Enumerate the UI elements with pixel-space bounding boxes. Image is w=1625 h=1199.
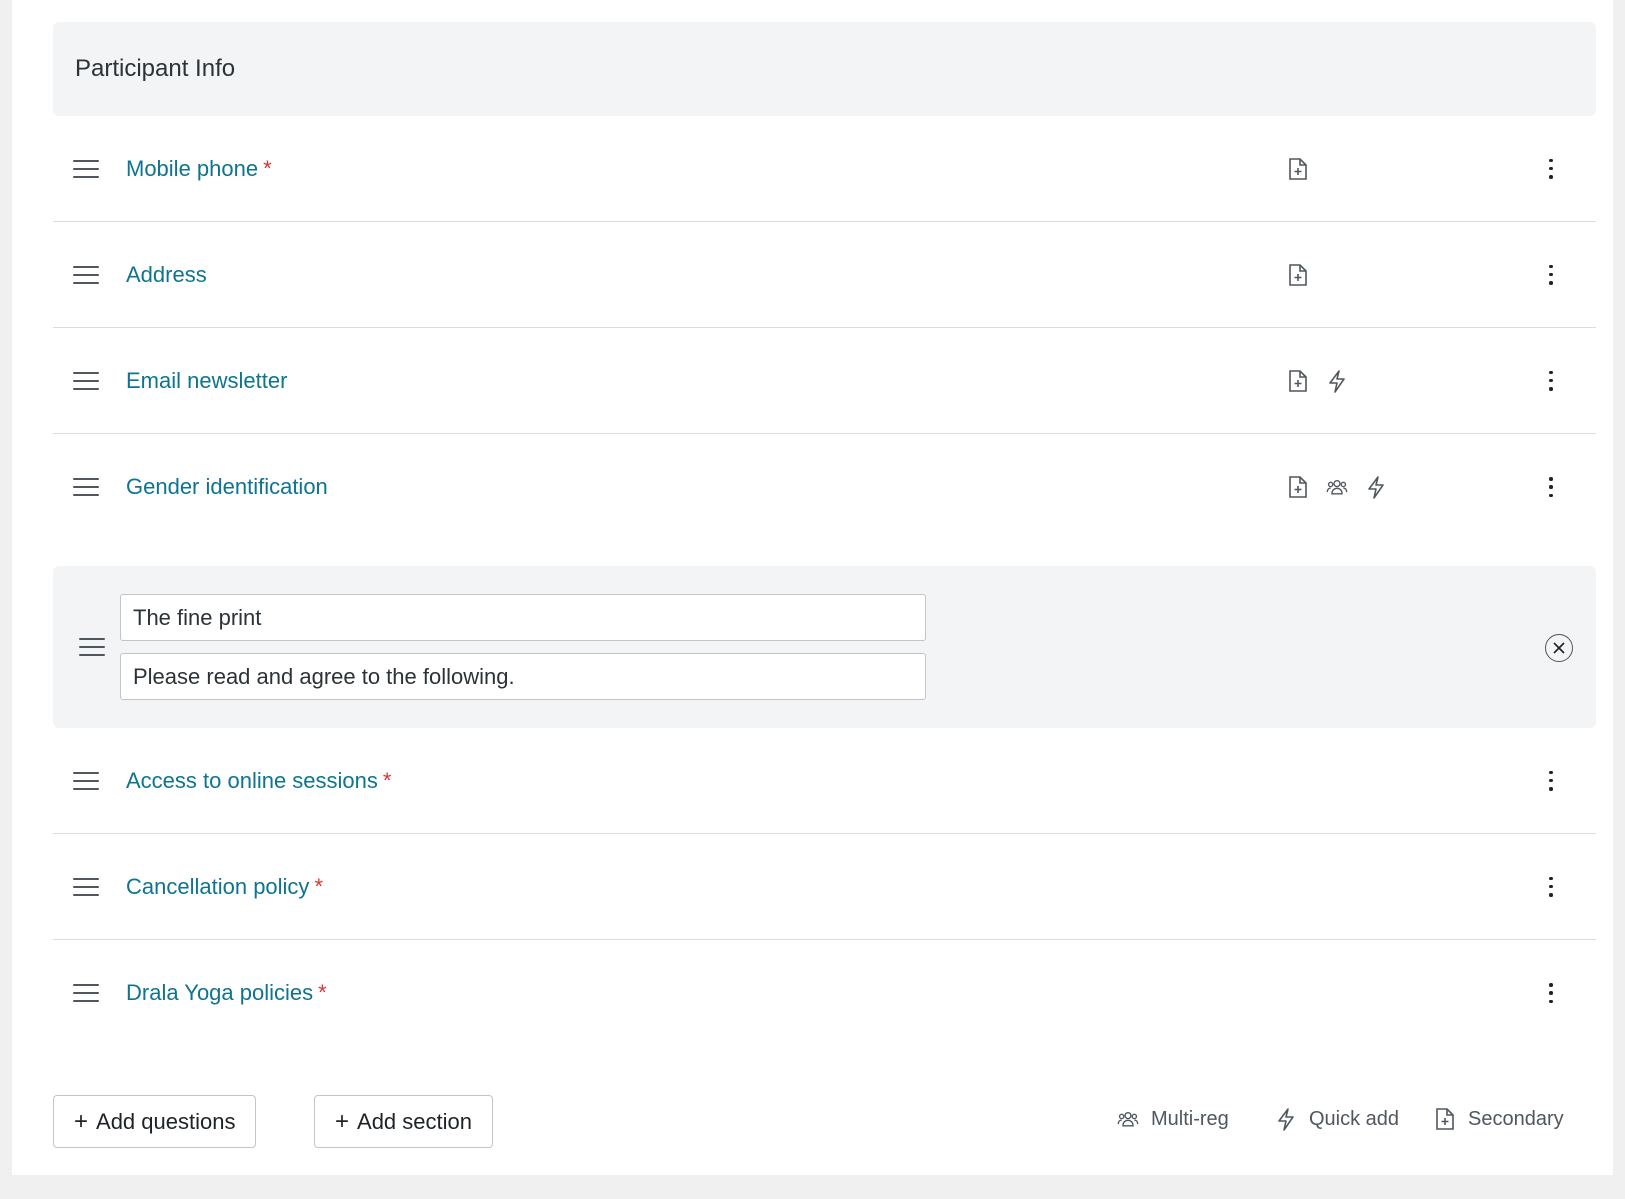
secondary-icon — [1287, 157, 1309, 181]
close-icon[interactable] — [1545, 634, 1573, 662]
question-label[interactable]: Gender identification — [126, 474, 333, 500]
section-title: Participant Info — [75, 55, 236, 82]
more-options-icon[interactable] — [1547, 876, 1555, 897]
more-options-icon[interactable] — [1547, 983, 1555, 1003]
more-options-icon[interactable] — [1547, 770, 1555, 791]
question-label[interactable]: Mobile phone * — [126, 156, 272, 182]
question-row[interactable]: Mobile phone * — [53, 116, 1596, 222]
question-row[interactable]: Cancellation policy * — [53, 834, 1596, 940]
legend-multi-reg: Multi-reg — [1117, 1107, 1229, 1131]
multi-reg-icon — [1326, 475, 1348, 499]
plus-icon: + — [74, 1107, 89, 1135]
drag-handle-icon[interactable] — [73, 265, 99, 284]
form-builder-card: Participant Info Mobile phone * Address E… — [12, 0, 1613, 1175]
drag-handle-icon[interactable] — [73, 159, 99, 178]
question-label[interactable]: Drala Yoga policies * — [126, 980, 327, 1006]
required-marker: * — [318, 980, 327, 1005]
drag-handle-icon[interactable] — [73, 984, 99, 1002]
more-options-icon[interactable] — [1547, 370, 1555, 391]
question-row[interactable]: Access to online sessions * — [53, 728, 1596, 834]
section-description-input[interactable] — [120, 653, 926, 700]
quick-add-icon — [1275, 1107, 1297, 1131]
legend-quick-add: Quick add — [1275, 1107, 1399, 1131]
question-label[interactable]: Cancellation policy * — [126, 874, 323, 900]
drag-handle-icon[interactable] — [73, 877, 99, 896]
quick-add-icon — [1365, 475, 1387, 499]
legend-secondary: Secondary — [1434, 1107, 1564, 1131]
quick-add-icon — [1326, 369, 1348, 393]
question-row[interactable]: Gender identification — [53, 434, 1596, 540]
add-questions-button[interactable]: + Add questions — [53, 1095, 257, 1148]
multi-reg-icon — [1117, 1107, 1139, 1131]
drag-handle-icon[interactable] — [79, 638, 105, 656]
question-row[interactable]: Address — [53, 222, 1596, 328]
question-label[interactable]: Address — [126, 262, 212, 288]
drag-handle-icon[interactable] — [73, 478, 99, 496]
plus-icon: + — [335, 1107, 350, 1135]
required-marker: * — [382, 767, 392, 793]
question-row[interactable]: Email newsletter — [53, 328, 1596, 434]
drag-handle-icon[interactable] — [73, 371, 99, 390]
more-options-icon[interactable] — [1547, 477, 1555, 497]
secondary-icon — [1287, 263, 1309, 287]
required-marker: * — [263, 155, 272, 181]
secondary-icon — [1434, 1107, 1456, 1131]
section-header: Participant Info — [53, 22, 1596, 116]
section-edit-block — [53, 566, 1596, 728]
secondary-icon — [1287, 475, 1309, 499]
question-label[interactable]: Email newsletter — [126, 368, 292, 394]
section-title-input[interactable] — [120, 594, 926, 641]
question-label[interactable]: Access to online sessions * — [126, 768, 391, 794]
drag-handle-icon[interactable] — [73, 771, 99, 790]
more-options-icon[interactable] — [1547, 158, 1555, 179]
question-row[interactable]: Drala Yoga policies * — [53, 940, 1596, 1046]
add-section-button[interactable]: + Add section — [314, 1095, 493, 1148]
secondary-icon — [1287, 369, 1309, 393]
more-options-icon[interactable] — [1547, 264, 1555, 285]
required-marker: * — [314, 873, 323, 899]
